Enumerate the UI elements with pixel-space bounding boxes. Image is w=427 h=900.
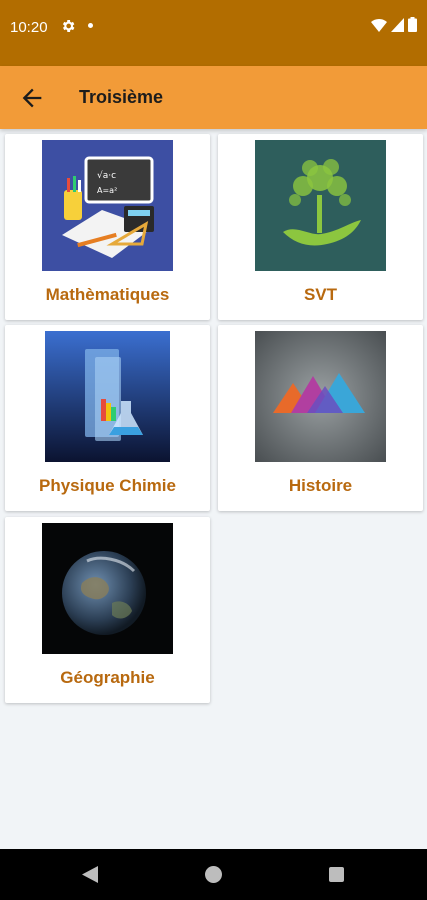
page-title: Troisième: [79, 87, 164, 107]
subject-label: Géographie: [60, 668, 155, 687]
battery-icon: [408, 17, 417, 32]
mathematics-illustration-icon: √a·c A=a²: [42, 140, 173, 271]
subject-label: SVT: [303, 285, 338, 304]
mountains-icon: [255, 331, 386, 462]
cell-signal-icon: [391, 17, 404, 32]
status-time: 10:20: [10, 19, 48, 36]
svg-text:A=a²: A=a²: [97, 186, 117, 195]
subject-label: Histoire: [288, 476, 353, 495]
subject-card-histoire[interactable]: Histoire: [218, 325, 423, 511]
system-navigation-bar: [0, 849, 427, 900]
nav-back-triangle-icon[interactable]: [82, 866, 98, 883]
status-bar: 10:20: [0, 0, 427, 66]
subject-card-mathematiques[interactable]: √a·c A=a² Mathèmatiques: [5, 134, 210, 320]
settings-gear-icon: [62, 20, 75, 32]
svg-text:√a·c: √a·c: [97, 170, 116, 181]
nav-home-circle-icon[interactable]: [205, 866, 222, 883]
subject-label: Mathèmatiques: [45, 285, 170, 304]
app-bar: Troisième: [0, 66, 427, 129]
chemistry-flask-icon: [45, 331, 170, 462]
subject-card-physique-chimie[interactable]: Physique Chimie: [5, 325, 210, 511]
back-arrow-icon[interactable]: [18, 84, 46, 112]
notification-dot-icon: [88, 23, 93, 28]
subject-label: Physique Chimie: [39, 476, 176, 495]
earth-globe-icon: [42, 523, 173, 654]
tree-in-hand-icon: [255, 140, 386, 271]
subject-card-svt[interactable]: SVT: [218, 134, 423, 320]
nav-recents-square-icon[interactable]: [329, 867, 344, 882]
subject-card-geographie[interactable]: Géographie: [5, 517, 210, 703]
wifi-icon: [371, 18, 387, 32]
